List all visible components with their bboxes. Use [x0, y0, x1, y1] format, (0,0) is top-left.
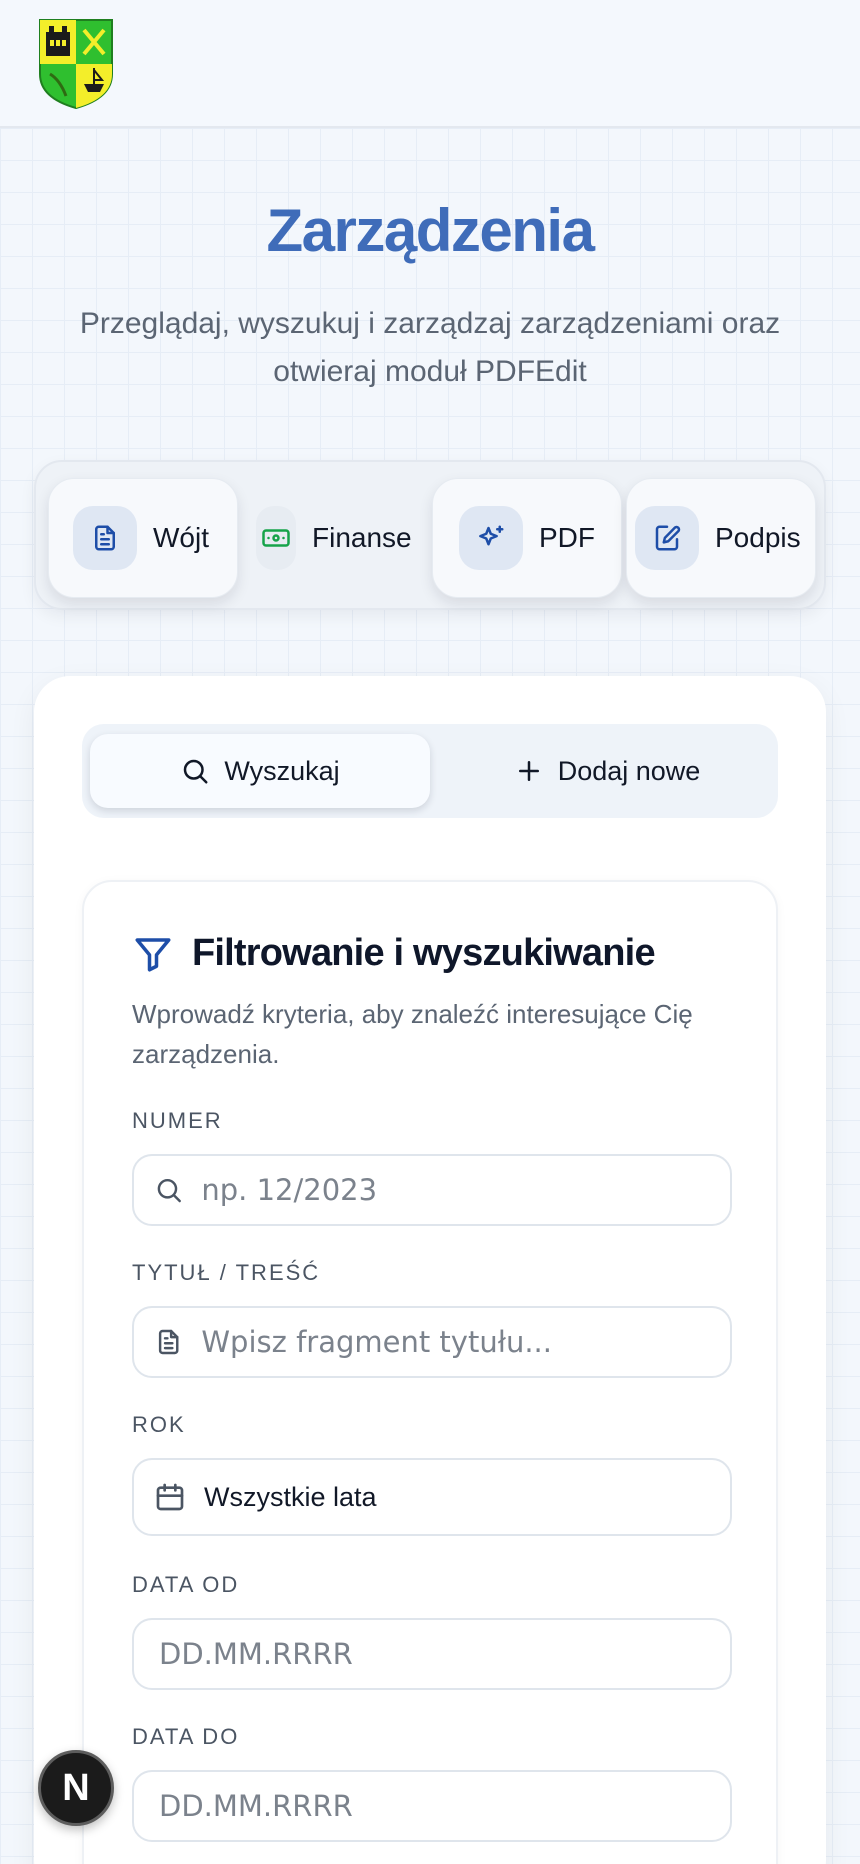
document-icon: [73, 506, 137, 570]
tab-label: Podpis: [715, 522, 801, 553]
tab-finanse[interactable]: Finanse: [256, 478, 412, 598]
date-to-label: DATA DO: [132, 1724, 240, 1749]
document-icon: [158, 1329, 179, 1355]
date-to-field[interactable]: [132, 1770, 732, 1842]
search-icon: [184, 759, 208, 784]
year-label: ROK: [132, 1412, 186, 1437]
tab-label: Wójt: [153, 522, 209, 553]
coat-of-arms-logo[interactable]: [38, 18, 114, 110]
year-select[interactable]: Wszystkie lata: [132, 1458, 732, 1536]
number-input[interactable]: [201, 1173, 730, 1207]
signature-icon: [635, 506, 699, 570]
year-select-value: Wszystkie lata: [204, 1481, 377, 1512]
tab-label: Finanse: [312, 522, 412, 553]
filter-description: Wprowadź kryteria, aby znaleźć interesuj…: [132, 999, 693, 1069]
add-new-button[interactable]: Dodaj nowe: [442, 734, 772, 808]
tab-pdf[interactable]: PDF: [432, 478, 622, 598]
tab-wojt[interactable]: Wójt: [48, 478, 238, 598]
plus-icon: [518, 761, 539, 781]
number-label: NUMER: [132, 1108, 223, 1133]
mode-switcher: Wyszukaj Dodaj nowe: [82, 724, 778, 818]
tab-podpis[interactable]: Podpis: [626, 478, 816, 598]
search-icon: [157, 1178, 181, 1203]
title-label: TYTUŁ / TREŚĆ: [132, 1260, 321, 1285]
number-field[interactable]: [132, 1154, 732, 1226]
date-from-field[interactable]: [132, 1618, 732, 1690]
tab-label: PDF: [539, 522, 595, 553]
page-subtitle: Przeglądaj, wyszukuj i zarządzaj zarządz…: [79, 307, 781, 388]
funnel-icon: [135, 937, 171, 971]
title-input[interactable]: [201, 1325, 730, 1359]
filter-panel: Filtrowanie i wyszukiwanie Wprowadź kryt…: [82, 880, 778, 1864]
date-from-input[interactable]: [159, 1637, 730, 1671]
dev-tools-badge[interactable]: N: [38, 1750, 114, 1826]
filter-title: Filtrowanie i wyszukiwanie: [192, 932, 656, 974]
module-tabs: Wójt Finanse PDF Podpis: [34, 460, 826, 610]
main-card: Wyszukaj Dodaj nowe Filtrowanie i wyszuk…: [34, 676, 826, 1864]
banknote-icon: [256, 506, 296, 570]
search-mode-label: Wyszukaj: [224, 755, 340, 786]
top-header: [0, 0, 860, 128]
sparkles-icon: [459, 506, 523, 570]
filter-header: Filtrowanie i wyszukiwanie: [132, 932, 656, 975]
date-to-input[interactable]: [159, 1789, 730, 1823]
add-new-label: Dodaj nowe: [557, 755, 701, 786]
page-title: Zarządzenia: [266, 197, 595, 264]
title-field[interactable]: [132, 1306, 732, 1378]
search-mode-button[interactable]: Wyszukaj: [90, 734, 430, 808]
date-from-label: DATA OD: [132, 1572, 240, 1597]
calendar-icon: [156, 1483, 184, 1511]
